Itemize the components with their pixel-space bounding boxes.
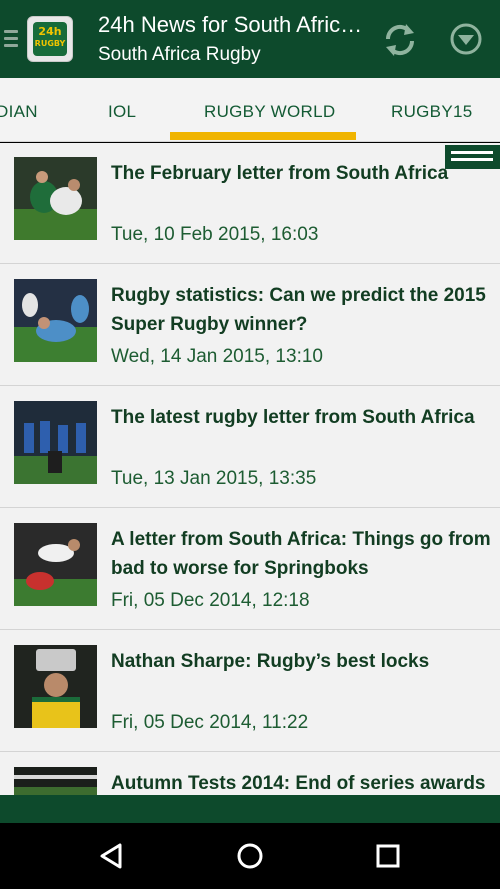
app-title: 24h News for South Africa… xyxy=(98,12,368,37)
article-date: Fri, 05 Dec 2014, 12:18 xyxy=(111,590,310,611)
tab-iol[interactable]: IOL xyxy=(108,102,136,122)
article-title: The February letter from South Africa xyxy=(111,163,449,184)
article-date: Wed, 14 Jan 2015, 13:10 xyxy=(111,346,323,367)
tab-rugby-world[interactable]: RUGBY WORLD xyxy=(204,102,335,122)
logo-text-bottom: RUGBY xyxy=(34,39,66,48)
article-title: Rugby statistics: Can we predict the 201… xyxy=(111,285,486,335)
tab-dian[interactable]: DIAN xyxy=(0,102,38,122)
back-icon[interactable] xyxy=(92,839,132,873)
list-item[interactable]: Rugby statistics: Can we predict the 201… xyxy=(0,265,500,386)
list-menu-icon[interactable] xyxy=(445,145,500,169)
article-thumbnail xyxy=(14,645,97,728)
article-thumbnail xyxy=(14,401,97,484)
tab-selected-indicator xyxy=(170,132,356,140)
logo-text-top: 24h xyxy=(38,25,62,38)
article-date: Tue, 13 Jan 2015, 13:35 xyxy=(111,468,317,489)
article-thumbnail xyxy=(14,767,97,795)
article-thumbnail xyxy=(14,523,97,606)
list-item[interactable]: Nathan Sharpe: Rugby’s best locks Fri, 0… xyxy=(0,631,500,752)
system-nav-bar xyxy=(0,823,500,889)
article-thumbnail xyxy=(14,157,97,240)
recents-icon[interactable] xyxy=(368,839,408,873)
app-subtitle: South Africa Rugby xyxy=(98,44,261,65)
app-bar: 24h RUGBY 24h News for South Africa… Sou… xyxy=(0,0,500,78)
tab-rugby15[interactable]: RUGBY15 xyxy=(391,102,472,122)
bottom-ad-strip xyxy=(0,795,500,823)
app-logo[interactable]: 24h RUGBY xyxy=(27,16,73,62)
article-title: A letter from South Africa: Things go fr… xyxy=(111,529,491,579)
article-title: The latest rugby letter from South Afric… xyxy=(111,407,475,428)
article-title: Autumn Tests 2014: End of series awards xyxy=(111,773,486,794)
article-title: Nathan Sharpe: Rugby’s best locks xyxy=(111,651,430,672)
article-list[interactable]: The February letter from South Africa Tu… xyxy=(0,143,500,795)
logo-badge: 24h RUGBY xyxy=(33,22,67,56)
chevron-down-circle-icon[interactable] xyxy=(446,20,486,60)
list-item[interactable]: The February letter from South Africa Tu… xyxy=(0,143,500,264)
article-thumbnail xyxy=(14,279,97,362)
home-icon[interactable] xyxy=(230,839,270,873)
list-item[interactable]: Autumn Tests 2014: End of series awards xyxy=(0,753,500,795)
article-date: Fri, 05 Dec 2014, 11:22 xyxy=(111,712,309,733)
list-item[interactable]: The latest rugby letter from South Afric… xyxy=(0,387,500,508)
refresh-icon[interactable] xyxy=(380,20,420,60)
article-date: Tue, 10 Feb 2015, 16:03 xyxy=(111,224,319,245)
list-item[interactable]: A letter from South Africa: Things go fr… xyxy=(0,509,500,630)
drawer-icon[interactable] xyxy=(4,30,18,48)
